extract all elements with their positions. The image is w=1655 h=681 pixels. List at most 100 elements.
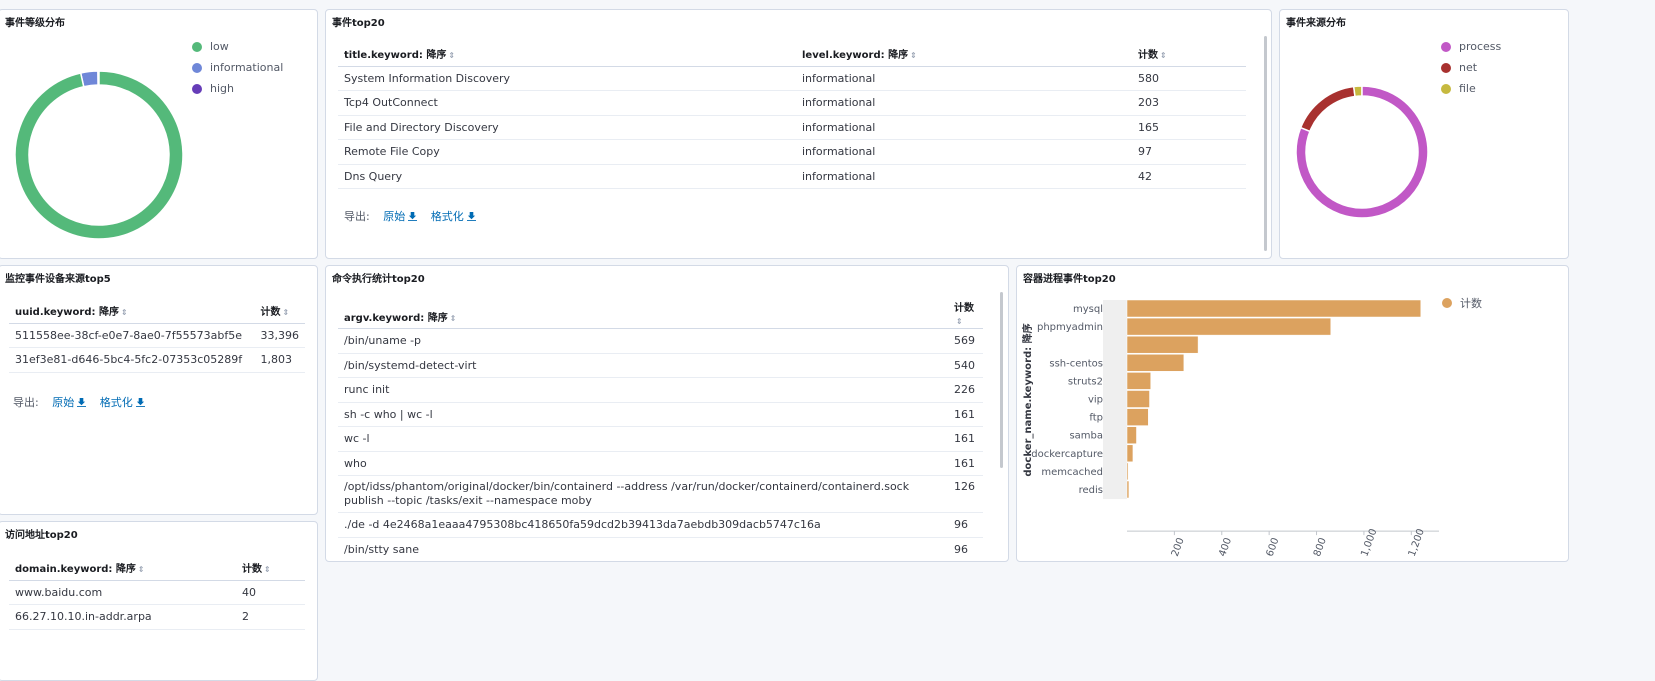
legend-item[interactable]: low bbox=[192, 36, 283, 57]
table-cell: 40 bbox=[236, 580, 305, 605]
col-domain[interactable]: domain.keyword: 降序 ⇕ bbox=[9, 556, 236, 581]
legend-label: net bbox=[1459, 61, 1478, 74]
source-donut-chart[interactable] bbox=[1282, 72, 1442, 232]
col-count[interactable]: 计数 ⇕ bbox=[254, 299, 305, 324]
export-bar: 导出: 原始 格式化 bbox=[13, 394, 145, 410]
table-row[interactable]: System Information Discovery informationa… bbox=[338, 66, 1246, 91]
x-tick-label: 1,000 bbox=[1359, 527, 1379, 558]
table-cell: who bbox=[338, 451, 948, 476]
event-table: title.keyword: 降序 ⇕ level.keyword: 降序 ⇕ 计数… bbox=[338, 42, 1246, 189]
bar[interactable] bbox=[1126, 462, 1129, 481]
panel-container-top20: 容器进程事件top20 docker_name.keyword: 降序 mysql… bbox=[1016, 265, 1569, 562]
table-row[interactable]: ./de -d 4e2468a1eaaa4795308bc418650fa59d… bbox=[338, 512, 983, 538]
x-tick-label: 600 bbox=[1265, 536, 1282, 558]
bar[interactable] bbox=[1126, 390, 1150, 408]
container-bar-chart[interactable]: docker_name.keyword: 降序mysqlphpmyadminss… bbox=[1017, 266, 1569, 562]
table-cell: 161 bbox=[948, 402, 983, 427]
legend-item[interactable]: process bbox=[1441, 36, 1501, 57]
table-row[interactable]: Dns Query informational 42 bbox=[338, 164, 1246, 189]
bar[interactable] bbox=[1126, 372, 1151, 390]
table-row[interactable]: who 161 bbox=[338, 451, 983, 476]
panel-title: 事件top20 bbox=[332, 18, 385, 29]
x-tick-label: 1,200 bbox=[1407, 527, 1427, 558]
sort-icon: ⇕ bbox=[264, 565, 271, 575]
table-row[interactable]: /bin/stty sane 96 bbox=[338, 537, 983, 561]
donut-slice[interactable] bbox=[1352, 85, 1363, 98]
col-count[interactable]: 计数 ⇕ bbox=[948, 302, 983, 329]
panel-title: 事件来源分布 bbox=[1286, 18, 1346, 29]
panel-title: 访问地址top20 bbox=[5, 530, 78, 541]
col-argv[interactable]: argv.keyword: 降序 ⇕ bbox=[338, 302, 948, 329]
col-title[interactable]: title.keyword: 降序 ⇕ bbox=[338, 42, 796, 67]
panel-event-top20: 事件top20 title.keyword: 降序 ⇕ level.keyword… bbox=[325, 9, 1272, 259]
table-row[interactable]: www.baidu.com 40 bbox=[9, 580, 305, 605]
sort-icon: ⇕ bbox=[137, 565, 145, 575]
bar[interactable] bbox=[1126, 408, 1149, 426]
table-row[interactable]: /bin/systemd-detect-virt 540 bbox=[338, 353, 983, 378]
bar[interactable] bbox=[1126, 317, 1332, 336]
table-cell: 126 bbox=[948, 475, 983, 513]
sort-icon: ⇕ bbox=[1160, 51, 1167, 61]
level-donut-chart[interactable] bbox=[0, 55, 199, 255]
table-row[interactable]: /bin/uname -p 569 bbox=[338, 328, 983, 354]
export-raw-link[interactable]: 原始 bbox=[383, 210, 418, 223]
col-level[interactable]: level.keyword: 降序 ⇕ bbox=[796, 42, 1132, 67]
table-row[interactable]: 66.27.10.10.in-addr.arpa 2 bbox=[9, 604, 305, 630]
table-row[interactable]: sh -c who | wc -l 161 bbox=[338, 402, 983, 427]
sort-icon: ⇕ bbox=[956, 317, 963, 326]
y-tick-label: redis bbox=[1079, 485, 1103, 496]
bar[interactable] bbox=[1126, 335, 1199, 354]
bar[interactable] bbox=[1126, 299, 1422, 318]
legend-item[interactable]: high bbox=[192, 78, 283, 99]
export-formatted-link[interactable]: 格式化 bbox=[431, 210, 476, 223]
scrollbar[interactable] bbox=[1264, 36, 1267, 251]
table-row[interactable]: Tcp4 OutConnect informational 203 bbox=[338, 90, 1246, 116]
download-icon bbox=[408, 212, 418, 221]
table-cell: Dns Query bbox=[338, 164, 796, 189]
export-formatted-link[interactable]: 格式化 bbox=[100, 396, 145, 409]
table-row[interactable]: /opt/idss/phantom/original/docker/bin/co… bbox=[338, 475, 983, 513]
y-tick-label: ssh-centos bbox=[1049, 358, 1103, 369]
legend-dot bbox=[1441, 41, 1451, 52]
table-cell: 1,803 bbox=[254, 347, 305, 373]
label-strip bbox=[1103, 300, 1127, 500]
y-tick-label: mysql bbox=[1073, 304, 1103, 315]
table-row[interactable]: 31ef3e81-d646-5bc4-5fc2-07353c05289f 1,80… bbox=[9, 347, 305, 373]
legend-item[interactable]: informational bbox=[192, 57, 283, 78]
domain-table: domain.keyword: 降序 ⇕ 计数 ⇕ www.baidu.com 40 6… bbox=[9, 556, 305, 630]
table-row[interactable]: File and Directory Discovery informationa… bbox=[338, 115, 1246, 140]
bar[interactable] bbox=[1126, 426, 1137, 444]
sort-icon: ⇕ bbox=[448, 51, 456, 61]
legend-dot bbox=[1442, 297, 1452, 308]
legend-item[interactable]: file bbox=[1441, 78, 1501, 99]
table-cell: 511558ee-38cf-e0e7-8ae0-7f55573abf5e bbox=[9, 323, 255, 348]
col-count[interactable]: 计数 ⇕ bbox=[236, 556, 305, 581]
table-cell: 540 bbox=[948, 353, 983, 378]
download-icon bbox=[466, 212, 476, 221]
y-tick-label: memcached bbox=[1041, 467, 1103, 478]
table-row[interactable]: 511558ee-38cf-e0e7-8ae0-7f55573abf5e 33,3… bbox=[9, 323, 305, 348]
table-cell: System Information Discovery bbox=[338, 66, 796, 91]
table-cell: www.baidu.com bbox=[9, 580, 236, 605]
table-cell: 569 bbox=[948, 328, 983, 354]
table-cell: 161 bbox=[948, 451, 983, 476]
donut-slice[interactable] bbox=[1299, 85, 1356, 133]
export-raw-link[interactable]: 原始 bbox=[52, 396, 87, 409]
table-row[interactable]: wc -l 161 bbox=[338, 426, 983, 452]
col-uuid[interactable]: uuid.keyword: 降序 ⇕ bbox=[9, 299, 255, 324]
scrollbar[interactable] bbox=[1000, 292, 1003, 468]
donut-slice[interactable] bbox=[14, 70, 184, 240]
table-cell: File and Directory Discovery bbox=[338, 115, 796, 140]
table-row[interactable]: runc init 226 bbox=[338, 377, 983, 403]
y-tick-label: samba bbox=[1069, 431, 1103, 442]
sort-icon: ⇕ bbox=[910, 51, 917, 61]
panel-source-distribution: 事件来源分布 process net file bbox=[1279, 9, 1569, 259]
legend-label: low bbox=[210, 40, 229, 53]
bar[interactable] bbox=[1126, 354, 1185, 372]
legend-item[interactable]: net bbox=[1441, 57, 1501, 78]
table-row[interactable]: Remote File Copy informational 97 bbox=[338, 139, 1246, 165]
bar[interactable] bbox=[1126, 480, 1130, 499]
col-count[interactable]: 计数 ⇕ bbox=[1132, 42, 1246, 67]
bar[interactable] bbox=[1126, 444, 1134, 463]
y-tick-label: struts2 bbox=[1068, 376, 1103, 387]
